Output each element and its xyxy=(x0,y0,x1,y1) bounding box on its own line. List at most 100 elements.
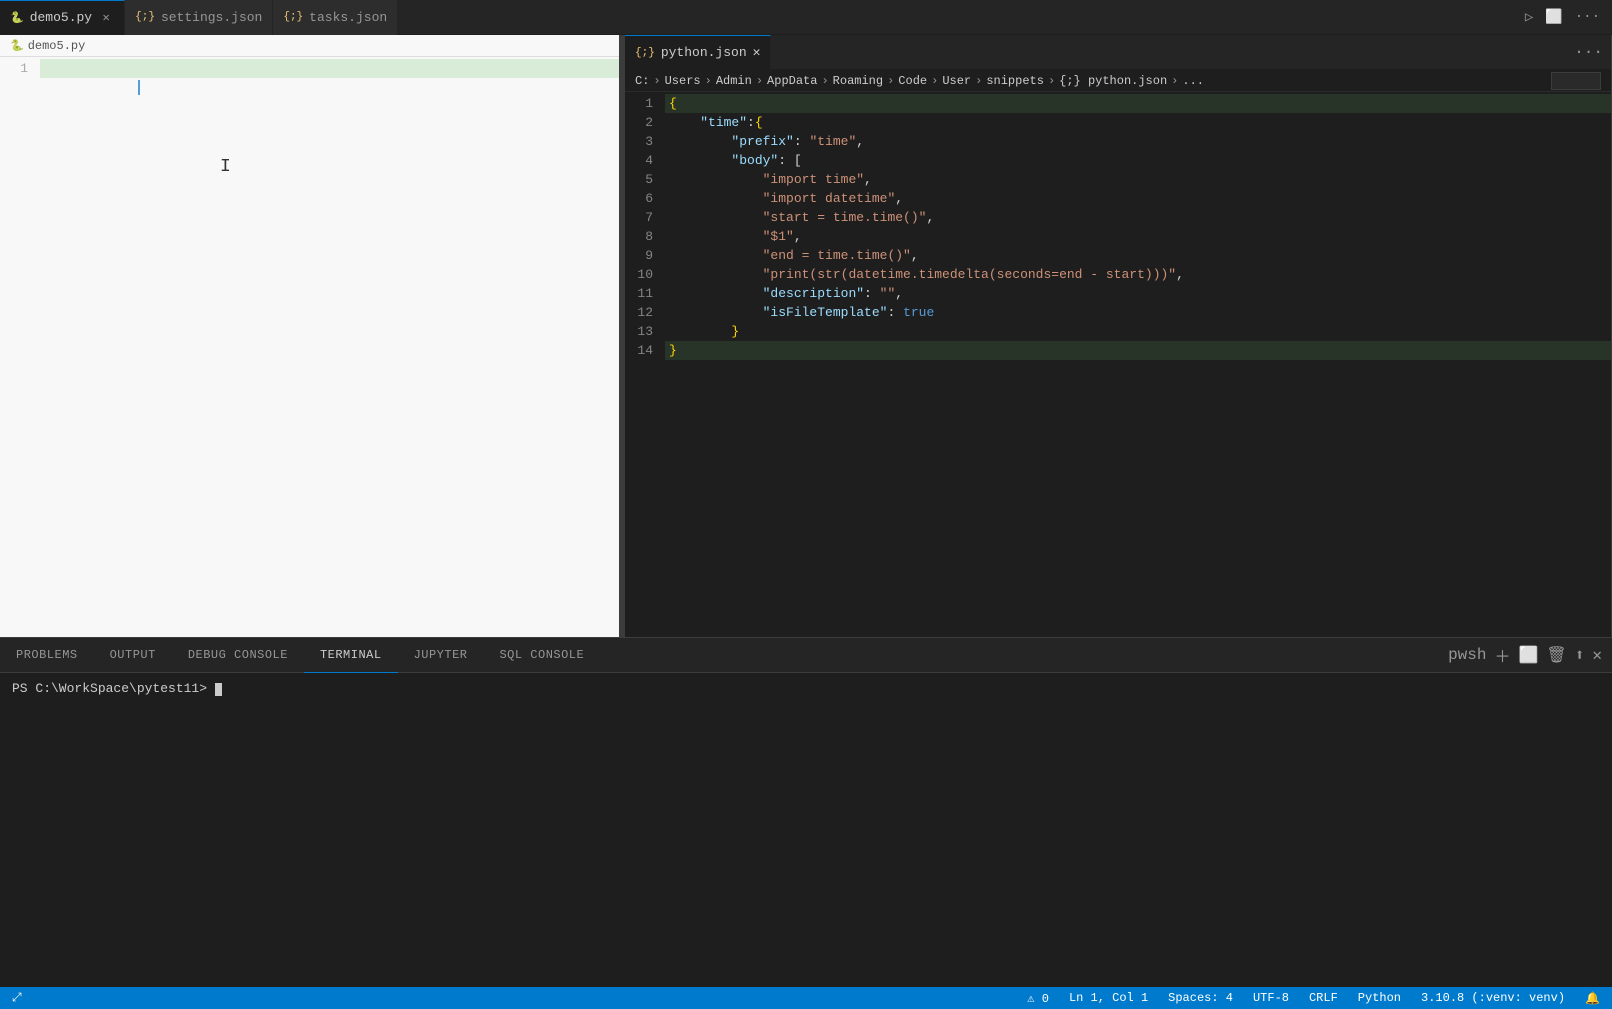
json-file-icon-python: {;} xyxy=(635,47,655,59)
status-bar: ⤢ ⚠ 0 Ln 1, Col 1 Spaces: 4 UTF-8 CRLF P… xyxy=(0,987,1612,1009)
close-panel-icon[interactable]: ✕ xyxy=(1592,645,1602,665)
status-left: ⤢ xyxy=(8,991,26,1005)
status-encoding[interactable]: UTF-8 xyxy=(1249,991,1293,1005)
left-code-content[interactable]: I xyxy=(40,57,619,637)
right-code-content[interactable]: { "time":{ "prefix": "time", "body": [ "… xyxy=(665,92,1611,637)
breadcrumb-sep2: › xyxy=(705,74,712,88)
breadcrumb-sep7: › xyxy=(975,74,982,88)
code-line-13: } xyxy=(665,322,1611,341)
code-line-4: "body": [ xyxy=(665,151,1611,170)
panel-tabs: PROBLEMS OUTPUT DEBUG CONSOLE TERMINAL J… xyxy=(0,638,1612,673)
code-line-9: "end = time.time()", xyxy=(665,246,1611,265)
panel-tab-output[interactable]: OUTPUT xyxy=(94,638,172,673)
breadcrumb-sep1: › xyxy=(653,74,660,88)
code-line-7: "start = time.time()", xyxy=(665,208,1611,227)
line-col-text: Ln 1, Col 1 xyxy=(1069,991,1148,1005)
code-line-6: "import datetime", xyxy=(665,189,1611,208)
code-line-8: "$1", xyxy=(665,227,1611,246)
remote-icon-symbol: ⤢ xyxy=(12,991,22,1005)
close-tab-demo5py[interactable]: ✕ xyxy=(98,10,114,26)
breadcrumb-sep9: › xyxy=(1171,74,1178,88)
breadcrumb-path: C: › Users › Admin › AppData › Roaming ›… xyxy=(635,74,1204,88)
right-editor-pane: {;} python.json ✕ ··· C: › Users › Admin… xyxy=(625,35,1612,637)
left-code-area[interactable]: 1 I xyxy=(0,57,619,637)
status-notifications[interactable]: 🔔 xyxy=(1581,991,1604,1006)
left-tab-bar: 🐍 demo5.py ✕ {;} settings.json {;} tasks… xyxy=(0,0,1612,35)
code-line-1: { xyxy=(665,94,1611,113)
code-line-3: "prefix": "time", xyxy=(665,132,1611,151)
breadcrumb-users: Users xyxy=(665,74,701,88)
json-file-icon-settings: {;} xyxy=(135,11,155,23)
split-terminal-icon[interactable]: ⬜ xyxy=(1518,645,1538,665)
tab-label-demo5py: demo5.py xyxy=(30,10,92,25)
tab-python-json[interactable]: {;} python.json ✕ xyxy=(625,35,771,70)
line-ending-text: CRLF xyxy=(1309,991,1338,1005)
terminal-prompt-text: PS C:\WorkSpace\pytest11> xyxy=(12,681,215,696)
code-line-2: "time":{ xyxy=(665,113,1611,132)
new-terminal-icon[interactable]: ＋ xyxy=(1494,643,1510,667)
panel-tab-actions: pwsh ＋ ⬜ 🗑 ⬆ ✕ xyxy=(1438,643,1612,667)
code-line-12: "isFileTemplate": true xyxy=(665,303,1611,322)
right-more-actions-icon[interactable]: ··· xyxy=(1574,43,1603,61)
panel-tab-problems[interactable]: PROBLEMS xyxy=(0,638,94,673)
i-beam-indicator: I xyxy=(220,158,231,177)
tab-label-settings: settings.json xyxy=(161,10,262,25)
breadcrumb-appdata: AppData xyxy=(767,74,817,88)
code-line-1 xyxy=(40,59,619,78)
breadcrumb-sep5: › xyxy=(887,74,894,88)
breadcrumb-sep3: › xyxy=(756,74,763,88)
bell-icon: 🔔 xyxy=(1585,991,1600,1006)
trash-icon[interactable]: 🗑 xyxy=(1546,645,1566,665)
error-icon: ⚠ 0 xyxy=(1027,991,1049,1006)
status-spaces[interactable]: Spaces: 4 xyxy=(1164,991,1237,1005)
status-line-ending[interactable]: CRLF xyxy=(1305,991,1342,1005)
bottom-panel: PROBLEMS OUTPUT DEBUG CONSOLE TERMINAL J… xyxy=(0,637,1612,987)
code-line-14: } xyxy=(665,341,1611,360)
tab-tasks-json[interactable]: {;} tasks.json xyxy=(273,0,398,35)
breadcrumb-sep4: › xyxy=(821,74,828,88)
tab-label-tasks: tasks.json xyxy=(309,10,387,25)
left-breadcrumb: 🐍 demo5.py xyxy=(0,35,619,57)
left-editor-pane: 🐍 demo5.py 1 I xyxy=(0,35,620,637)
panel-tab-sql-console[interactable]: SQL CONSOLE xyxy=(483,638,600,673)
panel-tab-jupyter[interactable]: JUPYTER xyxy=(398,638,484,673)
split-editor-icon[interactable]: ⬜ xyxy=(1541,7,1566,28)
breadcrumb-admin: Admin xyxy=(716,74,752,88)
status-line-col[interactable]: Ln 1, Col 1 xyxy=(1065,991,1152,1005)
interpreter-text: 3.10.8 (:venv: venv) xyxy=(1421,991,1565,1005)
tab-settings-json[interactable]: {;} settings.json xyxy=(125,0,273,35)
breadcrumb-sep8: › xyxy=(1048,74,1055,88)
tab-label-python-json: python.json xyxy=(661,45,747,60)
run-icon[interactable]: ▷ xyxy=(1521,7,1537,28)
breadcrumb-snippets: snippets xyxy=(986,74,1044,88)
status-interpreter[interactable]: 3.10.8 (:venv: venv) xyxy=(1417,991,1569,1005)
left-file-type-icon: 🐍 xyxy=(10,39,24,53)
code-line-11: "description": "", xyxy=(665,284,1611,303)
right-code-area[interactable]: 1 2 3 4 5 6 7 8 9 10 11 12 13 14 xyxy=(625,92,1611,637)
right-line-numbers: 1 2 3 4 5 6 7 8 9 10 11 12 13 14 xyxy=(625,92,665,637)
panel-tab-debug-console[interactable]: DEBUG CONSOLE xyxy=(172,638,304,673)
status-language[interactable]: Python xyxy=(1354,991,1405,1005)
close-tab-python-json[interactable]: ✕ xyxy=(753,45,761,60)
editor-actions: ▷ ⬜ ··· xyxy=(1513,7,1612,28)
terminal-cursor xyxy=(215,683,222,696)
panel-tab-terminal[interactable]: TERMINAL xyxy=(304,638,398,673)
breadcrumb-roaming: Roaming xyxy=(833,74,883,88)
breadcrumb-ellipsis: ... xyxy=(1182,74,1204,88)
maximize-panel-icon[interactable]: ⬆ xyxy=(1575,645,1585,665)
left-filename: demo5.py xyxy=(28,39,86,53)
more-actions-icon[interactable]: ··· xyxy=(1571,7,1604,27)
tab-demo5py[interactable]: 🐍 demo5.py ✕ xyxy=(0,0,125,35)
remote-icon[interactable]: ⤢ xyxy=(8,991,26,1005)
right-tab-bar: {;} python.json ✕ ··· xyxy=(625,35,1611,70)
right-tab-actions: ··· xyxy=(1566,43,1611,61)
terminal-content[interactable]: PS C:\WorkSpace\pytest11> xyxy=(0,673,1612,987)
status-errors[interactable]: ⚠ 0 xyxy=(1023,991,1053,1006)
right-breadcrumb: C: › Users › Admin › AppData › Roaming ›… xyxy=(625,70,1611,92)
left-line-numbers: 1 xyxy=(0,57,40,637)
minimap-thumb xyxy=(1551,72,1601,90)
spaces-text: Spaces: 4 xyxy=(1168,991,1233,1005)
breadcrumb-code: Code xyxy=(898,74,927,88)
code-line-5: "import time", xyxy=(665,170,1611,189)
cursor-area: I xyxy=(40,78,619,97)
